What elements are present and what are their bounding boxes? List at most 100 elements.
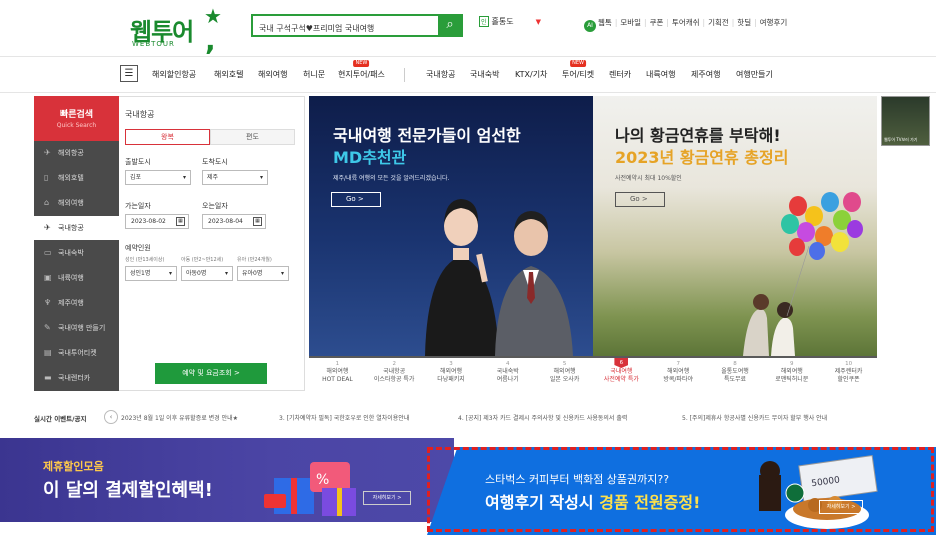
banner-tab-label: 해외여행	[667, 368, 690, 375]
event-item-4[interactable]: 4. [공지] 제3자 카드 결제시 주의사항 및 신용카드 사용동의서 출력	[458, 413, 627, 422]
sidebar-item-4[interactable]: ▭ 국내숙박	[34, 241, 119, 265]
banner-tab-sublabel: 특도무료	[723, 376, 747, 383]
banner-tab-5[interactable]: 5 해외여행 일본 오사카	[536, 358, 593, 391]
banner-tab-number: 6	[614, 358, 629, 368]
page-root: 웹투어 ★ , WEBTOUR ⌕ 인홀통도 ▼ AI웹톡|모바일|쿠폰|투어캐쉬…	[0, 0, 936, 535]
banner-tab-sublabel: 이스타항공 특가	[373, 376, 415, 383]
nav-intl-flight[interactable]: 해외할인항공	[152, 69, 196, 80]
nav-ktx[interactable]: KTX/기차	[515, 69, 547, 80]
top-link-webtalk[interactable]: 웹톡	[598, 18, 612, 27]
banner-tab-label: 해외여행	[553, 368, 576, 375]
nav-local-tour[interactable]: NEW 현지투어/패스	[338, 60, 385, 80]
webtour-tv-thumbnail[interactable]: 웹투어 TV보러 가기	[881, 96, 930, 146]
pencil-icon: ✎	[44, 323, 51, 332]
sidebar-item-2[interactable]: ⌂ 해외여행	[34, 191, 119, 215]
chevron-left-icon[interactable]: ‹	[104, 410, 118, 424]
banner-tab-6[interactable]: 6 국내여행 사전예약 특가	[593, 358, 650, 391]
logo-comma-icon: ,	[205, 24, 216, 57]
sidebar-item-5[interactable]: ▣ 내륙여행	[34, 266, 119, 290]
nav-domestic-flight[interactable]: 국내항공	[426, 69, 455, 80]
banner-md-recommend[interactable]: 국내여행 전문가들이 엄선한 MD추천관 제주/내륙 여행의 모든 것을 알려드…	[309, 96, 593, 356]
sidebar-item-6[interactable]: ♆ 제주여행	[34, 291, 119, 315]
sidebar-item-8[interactable]: ▤ 국내투어티켓	[34, 341, 119, 365]
top-link-special[interactable]: 기획전	[708, 18, 729, 27]
trending-dropdown[interactable]: 인 홀통도 ▼	[479, 16, 541, 27]
arrive-select[interactable]: 제주 ▾	[202, 170, 268, 185]
banner-tab-number: 7	[676, 361, 680, 367]
banner-tab-8[interactable]: 8 올통도여행 특도무료	[707, 358, 764, 391]
ai-chat-icon[interactable]: AI	[584, 20, 596, 32]
sidebar-item-0[interactable]: ✈ 해외항공	[34, 141, 119, 165]
nav-intl-tour[interactable]: 해외여행	[258, 69, 287, 80]
go-date-label: 가는일자	[125, 202, 151, 210]
banner-tab-number: 4	[506, 361, 510, 367]
banner-right-title: 나의 황금연휴를 부탁해!	[615, 126, 781, 145]
banner-tab-10[interactable]: 10 제주렌터카 할인쿠폰	[820, 358, 877, 391]
nav-intl-hotel[interactable]: 해외호텔	[214, 69, 243, 80]
nav-tour-ticket[interactable]: NEW 투어/티켓	[562, 60, 594, 80]
banner-tab-9[interactable]: 9 해외여행 로맨틱허니문	[763, 358, 820, 391]
go-date-field[interactable]: 2023-08-02 ▦	[125, 214, 189, 229]
return-date-label: 오는일자	[202, 202, 228, 210]
banner-tab-label: 국내항공	[383, 368, 406, 375]
pax-label: 예약인원	[125, 244, 151, 252]
promo-payment-discount[interactable]: 제휴할인모음 이 달의 결제할인혜택! % 자세히보기 >	[0, 438, 454, 522]
tab-one-way[interactable]: 편도	[210, 129, 295, 145]
banner-tab-sublabel: 사전예약 특가	[603, 376, 639, 383]
sidebar-item-label: 국내여행 만들기	[58, 324, 106, 332]
top-link-tourcash[interactable]: 투어캐쉬	[672, 18, 700, 27]
banner-tab-1[interactable]: 1 해외여행 HOT DEAL	[309, 358, 366, 391]
nav-make-trip[interactable]: 여행만들기	[736, 69, 773, 80]
child-select[interactable]: 아동0명 ▾	[181, 266, 233, 281]
sidebar-item-1[interactable]: ▯ 해외호텔	[34, 166, 119, 190]
main-banner-carousel[interactable]: 국내여행 전문가들이 엄선한 MD추천관 제주/내륙 여행의 모든 것을 알려드…	[309, 96, 877, 356]
search-input[interactable]	[253, 19, 439, 38]
banner-left-go-button[interactable]: Go >	[331, 192, 381, 207]
banner-golden-holiday[interactable]: 나의 황금연휴를 부탁해! 2023년 황금연휴 총정리 사전예약시 최대 10…	[593, 96, 877, 356]
banner-tab-label: 올통도여행	[721, 368, 749, 375]
main-nav: ☰ 해외할인항공 해외호텔 해외여행 허니문 NEW 현지투어/패스 국내항공 국…	[0, 56, 936, 93]
hamburger-menu-icon[interactable]: ☰	[120, 65, 138, 82]
nav-rentcar[interactable]: 렌터카	[609, 69, 631, 80]
search-icon[interactable]: ⌕	[438, 14, 462, 37]
banner-tab-label: 해외여행	[326, 368, 349, 375]
calendar-icon: ▦	[253, 217, 262, 226]
sidebar-item-label: 해외호텔	[58, 174, 84, 182]
depart-select[interactable]: 김포 ▾	[125, 170, 191, 185]
event-item-3[interactable]: 3. [기차예약자 필독] 국한호우로 인한 열차이용안내	[279, 413, 409, 422]
banner-tab-number: 5	[562, 361, 567, 367]
promo1-more-button[interactable]: 자세히보기 >	[363, 491, 411, 505]
nav-jeju-tour[interactable]: 제주여행	[691, 69, 720, 80]
banner-tab-4[interactable]: 4 국내숙박 여름나기	[479, 358, 536, 391]
return-date-field[interactable]: 2023-08-04 ▦	[202, 214, 266, 229]
nav-honeymoon[interactable]: 허니문	[303, 69, 325, 80]
infant-select[interactable]: 유아0명 ▾	[237, 266, 289, 281]
nav-inland-tour[interactable]: 내륙여행	[646, 69, 675, 80]
banner-tab-2[interactable]: 2 국내항공 이스타항공 특가	[366, 358, 423, 391]
tab-round-trip[interactable]: 왕복	[125, 129, 210, 145]
banner-tab-3[interactable]: 3 해외여행 다낭패키지	[423, 358, 480, 391]
chevron-down-icon: ▾	[182, 174, 186, 181]
sidebar-item-3[interactable]: ✈ 국내항공	[34, 216, 119, 240]
top-link-mobile[interactable]: 모바일	[620, 18, 641, 27]
plane-icon: ✈	[44, 148, 51, 157]
sidebar-item-7[interactable]: ✎ 국내여행 만들기	[34, 316, 119, 340]
promo2-more-button[interactable]: 자세히보기 >	[819, 500, 863, 514]
promo-review-event[interactable]: 스타벅스 커피부터 백화점 상품권까지?? 여행후기 작성시 경품 전원증정! …	[427, 447, 936, 535]
sidebar-item-label: 해외여행	[58, 199, 84, 207]
webtour-logo[interactable]: 웹투어 ★ , WEBTOUR	[130, 4, 222, 57]
adult-select[interactable]: 성인1명 ▾	[125, 266, 177, 281]
banner-tab-7[interactable]: 7 해외여행 방콕/파타야	[650, 358, 707, 391]
new-badge: NEW	[570, 60, 586, 67]
top-link-reviews[interactable]: 여행후기	[760, 18, 788, 27]
sidebar-item-label: 국내렌터카	[58, 374, 91, 382]
search-fares-button[interactable]: 예약 및 요금조회 >	[155, 363, 267, 384]
banner-tab-sublabel: 할인쿠폰	[837, 376, 860, 383]
event-item-1[interactable]: 2023년 8월 1일 이후 유류할증료 변경 안내★	[121, 413, 238, 422]
banner-right-go-button[interactable]: Go >	[615, 192, 665, 207]
event-item-5[interactable]: 5. [주의]제휴사 항공사별 신용카드 무이자 할부 행사 안내	[682, 413, 827, 422]
top-link-coupon[interactable]: 쿠폰	[650, 18, 664, 27]
sidebar-item-9[interactable]: ▬ 국내렌터카	[34, 366, 119, 390]
top-link-hotdeal[interactable]: 핫딜	[737, 18, 751, 27]
nav-domestic-stay[interactable]: 국내숙박	[470, 69, 499, 80]
